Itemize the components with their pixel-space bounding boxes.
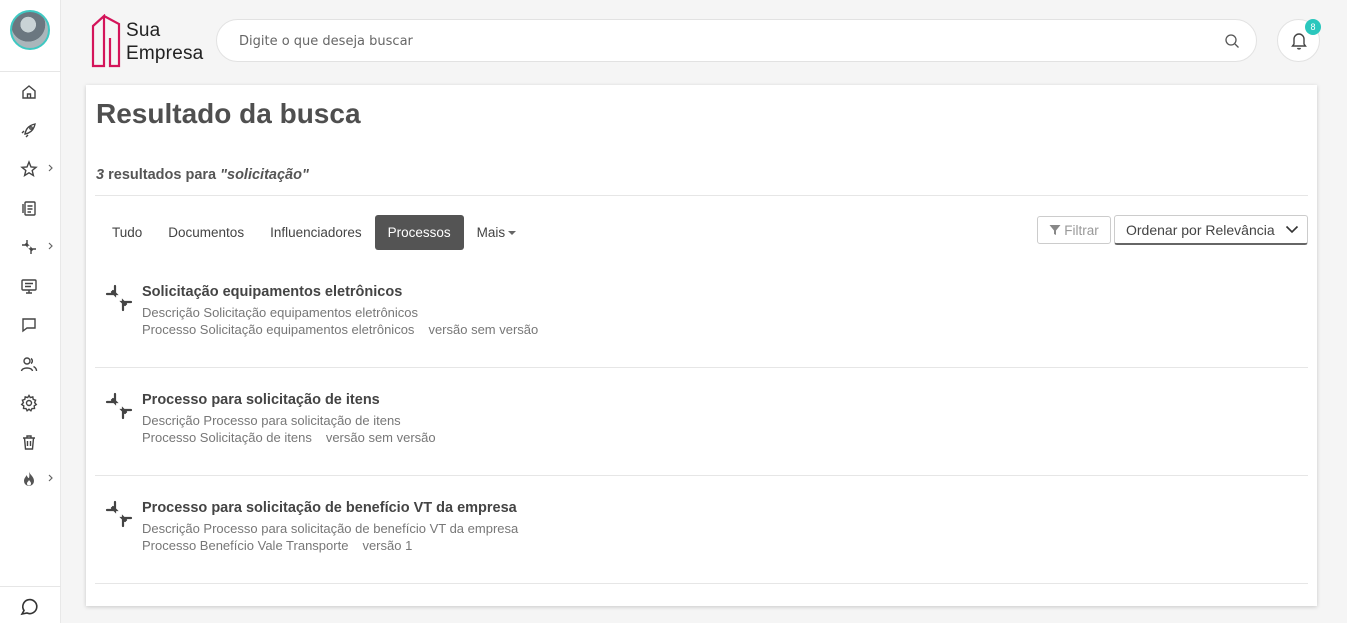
sort-label: Ordenar por Relevância	[1126, 222, 1275, 238]
chevron-right-icon	[47, 471, 55, 485]
process-icon	[104, 499, 134, 529]
result-tabs: Tudo Documentos Influenciadores Processo…	[99, 215, 529, 250]
result-title[interactable]: Solicitação equipamentos eletrônicos	[142, 284, 402, 300]
rocket-icon	[20, 121, 38, 139]
result-title[interactable]: Processo para solicitação de itens	[142, 392, 380, 408]
logo-text: Sua Empresa	[126, 19, 203, 65]
bell-icon	[1290, 31, 1308, 50]
sidebar-item-users[interactable]	[0, 349, 61, 379]
result-description: Descrição Solicitação equipamentos eletr…	[142, 305, 419, 320]
sidebar-item-documents[interactable]	[0, 193, 61, 223]
result-process: Processo Solicitação equipamentos eletrô…	[142, 322, 538, 337]
tab-processes[interactable]: Processos	[374, 215, 464, 250]
users-icon	[20, 355, 38, 373]
result-process-name: Processo Benefício Vale Transporte	[142, 538, 349, 553]
chevron-right-icon	[47, 239, 55, 253]
sidebar-item-presentation[interactable]	[0, 271, 61, 301]
result-title[interactable]: Processo para solicitação de benefício V…	[142, 500, 517, 516]
result-count-number: 3	[96, 167, 105, 183]
result-item[interactable]: Processo para solicitação de itens Descr…	[95, 371, 1308, 479]
gear-icon	[20, 394, 38, 412]
star-icon	[20, 160, 38, 178]
result-version: versão 1	[362, 538, 413, 553]
filter-label: Filtrar	[1064, 222, 1099, 238]
process-icon	[20, 238, 38, 256]
sidebar	[0, 0, 61, 623]
sidebar-divider	[0, 71, 61, 72]
result-item[interactable]: Processo para solicitação de benefício V…	[95, 479, 1308, 587]
search-bar	[216, 19, 1257, 62]
result-count: 3 resultados para "solicitação"	[96, 167, 309, 183]
result-process: Processo Benefício Vale Transporte versão…	[142, 538, 412, 553]
tab-more[interactable]: Mais	[464, 215, 530, 250]
chevron-right-icon	[47, 161, 55, 175]
home-icon	[20, 83, 38, 101]
search-query: "solicitação"	[220, 167, 309, 183]
filter-icon	[1049, 224, 1061, 236]
sidebar-item-fire[interactable]	[0, 464, 61, 494]
tab-influencers[interactable]: Influenciadores	[257, 215, 375, 250]
result-process-name: Processo Solicitação de itens	[142, 430, 312, 445]
tab-all[interactable]: Tudo	[99, 215, 155, 250]
sidebar-item-processes[interactable]	[0, 232, 61, 262]
process-icon	[104, 391, 134, 421]
documents-icon	[20, 199, 38, 217]
result-count-text: resultados para	[104, 167, 221, 183]
tab-documents[interactable]: Documentos	[155, 215, 257, 250]
chat-support-button[interactable]	[18, 596, 40, 618]
page-title: Resultado da busca	[96, 98, 361, 129]
sidebar-item-rocket[interactable]	[0, 115, 61, 145]
monitor-icon	[20, 277, 38, 295]
fire-icon	[20, 470, 38, 488]
sidebar-item-trash[interactable]	[0, 427, 61, 457]
logo-line-1: Sua	[126, 20, 161, 41]
result-description: Descrição Processo para solicitação de i…	[142, 413, 401, 428]
search-input[interactable]	[239, 30, 1199, 52]
sidebar-item-favorites[interactable]	[0, 154, 61, 184]
company-logo[interactable]: Sua Empresa	[90, 14, 210, 70]
message-icon	[20, 316, 38, 334]
logo-line-2: Empresa	[126, 43, 204, 64]
process-icon	[104, 283, 134, 313]
result-process: Processo Solicitação de itens versão sem …	[142, 430, 436, 445]
search-icon[interactable]	[1224, 33, 1240, 49]
sidebar-item-home[interactable]	[0, 77, 61, 107]
sidebar-item-chat[interactable]	[0, 310, 61, 340]
result-version: versão sem versão	[428, 322, 539, 337]
filter-button[interactable]: Filtrar	[1037, 216, 1111, 244]
caret-down-icon	[508, 231, 517, 236]
sidebar-item-settings[interactable]	[0, 388, 61, 418]
result-item[interactable]: Solicitação equipamentos eletrônicos Des…	[95, 263, 1308, 371]
divider	[95, 367, 1308, 368]
tab-more-label: Mais	[476, 225, 506, 240]
divider	[95, 475, 1308, 476]
trash-icon	[20, 433, 38, 451]
chat-bubble-icon	[18, 596, 40, 618]
search-results-card: Resultado da busca 3 resultados para "so…	[86, 85, 1317, 606]
result-process-name: Processo Solicitação equipamentos eletrô…	[142, 322, 415, 337]
sort-select[interactable]: Ordenar por Relevância	[1114, 215, 1308, 245]
result-description: Descrição Processo para solicitação de b…	[142, 521, 519, 536]
divider	[95, 195, 1308, 196]
avatar[interactable]	[10, 10, 50, 50]
result-version: versão sem versão	[325, 430, 436, 445]
divider	[95, 583, 1308, 584]
logo-mark	[90, 14, 122, 68]
notification-badge: 8	[1305, 19, 1321, 35]
sidebar-divider	[0, 586, 61, 587]
